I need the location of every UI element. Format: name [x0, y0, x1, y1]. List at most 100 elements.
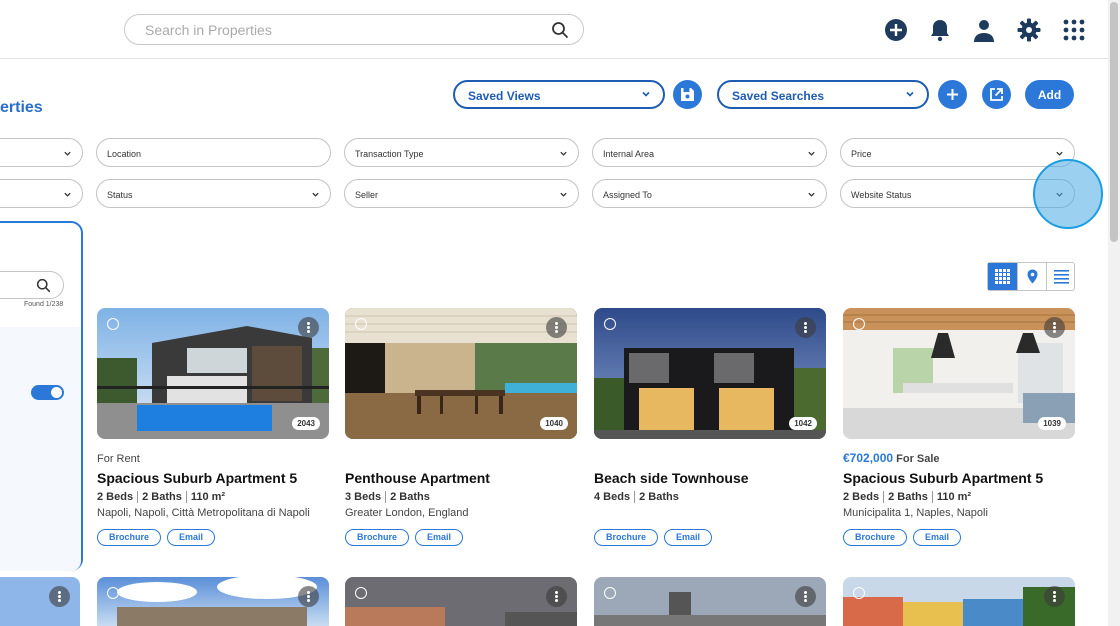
- list-icon: [1054, 270, 1069, 284]
- chevron-down-icon: [808, 192, 815, 197]
- email-button[interactable]: Email: [167, 529, 216, 546]
- grid-icon: [995, 269, 1010, 284]
- listing-image[interactable]: 1039: [843, 308, 1075, 439]
- page-scrollbar[interactable]: [1108, 0, 1120, 626]
- plus-icon: [947, 89, 958, 100]
- listing-card[interactable]: 1040 Penthouse Apartment 3 Beds 2 Baths G…: [345, 308, 577, 546]
- email-button[interactable]: Email: [415, 529, 464, 546]
- listing-specs: 4 Beds 2 Baths: [594, 491, 826, 503]
- more-options-button[interactable]: [49, 586, 70, 607]
- listing-image[interactable]: 1040: [345, 308, 577, 439]
- chevron-down-icon: [808, 151, 815, 156]
- listing-beds: 4 Beds: [594, 491, 631, 503]
- filter-price[interactable]: Price: [840, 138, 1075, 167]
- saved-views-dropdown[interactable]: Saved Views: [453, 80, 665, 109]
- listing-card-partial[interactable]: [843, 577, 1075, 626]
- filter-status-label: Status: [107, 190, 133, 200]
- filter-status[interactable]: Status: [96, 179, 331, 208]
- filter-internal-area[interactable]: Internal Area: [592, 138, 827, 167]
- listing-transaction-type: For Sale: [896, 453, 940, 465]
- more-options-button[interactable]: [546, 317, 567, 338]
- click-highlight: [1033, 159, 1103, 229]
- image-count-badge: 1042: [789, 417, 817, 430]
- image-count-badge: 1039: [1038, 417, 1066, 430]
- brochure-button[interactable]: Brochure: [594, 529, 659, 546]
- add-circle-icon[interactable]: [884, 18, 908, 42]
- saved-searches-dropdown[interactable]: Saved Searches: [717, 80, 929, 109]
- listing-title[interactable]: Penthouse Apartment: [345, 470, 577, 486]
- listing-image[interactable]: 1042: [594, 308, 826, 439]
- filter-assigned-to[interactable]: Assigned To: [592, 179, 827, 208]
- more-options-button[interactable]: [795, 317, 816, 338]
- search-bar: [124, 14, 584, 45]
- select-checkbox[interactable]: [853, 318, 865, 330]
- listing-photo: [843, 587, 1075, 626]
- side-search-input[interactable]: [0, 271, 64, 299]
- chevron-down-icon: [906, 91, 914, 97]
- listing-card[interactable]: 1039 €702,000 For Sale Spacious Suburb A…: [843, 308, 1075, 546]
- select-checkbox[interactable]: [853, 587, 865, 599]
- filter-website-status-label: Website Status: [851, 190, 912, 200]
- search-input[interactable]: [145, 21, 545, 39]
- filter-seller[interactable]: Seller: [344, 179, 579, 208]
- listing-card-partial[interactable]: [594, 577, 826, 626]
- brochure-button[interactable]: Brochure: [345, 529, 410, 546]
- select-checkbox[interactable]: [107, 587, 119, 599]
- listing-card[interactable]: 1042 Beach side Townhouse 4 Beds 2 Baths …: [594, 308, 826, 546]
- select-checkbox[interactable]: [604, 587, 616, 599]
- bell-icon[interactable]: [928, 18, 952, 42]
- listing-area: 110 m²: [931, 491, 976, 503]
- listing-card-partial[interactable]: [345, 577, 577, 626]
- chevron-down-icon: [560, 192, 567, 197]
- search-icon[interactable]: [551, 21, 569, 39]
- listing-title[interactable]: Spacious Suburb Apartment 5: [97, 470, 329, 486]
- save-view-button[interactable]: [673, 80, 702, 109]
- list-view-button[interactable]: [1046, 263, 1075, 290]
- grid-view-button[interactable]: [988, 263, 1017, 290]
- filter-internal-area-label: Internal Area: [603, 149, 655, 159]
- image-count-badge: 1040: [540, 417, 568, 430]
- select-checkbox[interactable]: [355, 587, 367, 599]
- gear-icon[interactable]: [1017, 18, 1041, 42]
- apps-grid-icon[interactable]: [1062, 18, 1086, 42]
- select-checkbox[interactable]: [355, 318, 367, 330]
- brochure-button[interactable]: Brochure: [97, 529, 162, 546]
- filter-assigned-to-label: Assigned To: [603, 190, 652, 200]
- add-search-button[interactable]: [938, 80, 967, 109]
- email-button[interactable]: Email: [664, 529, 713, 546]
- search-icon[interactable]: [36, 278, 51, 293]
- select-checkbox[interactable]: [107, 318, 119, 330]
- image-count-badge: 2043: [292, 417, 320, 430]
- more-options-button[interactable]: [1044, 317, 1065, 338]
- listing-card[interactable]: 2043 For Rent Spacious Suburb Apartment …: [97, 308, 329, 546]
- scrollbar-thumb[interactable]: [1110, 2, 1118, 242]
- share-button[interactable]: [982, 80, 1011, 109]
- add-button[interactable]: Add: [1025, 80, 1074, 109]
- more-options-button[interactable]: [795, 586, 816, 607]
- listing-card-partial[interactable]: [97, 577, 329, 626]
- saved-views-label: Saved Views: [468, 89, 541, 103]
- listing-image[interactable]: 2043: [97, 308, 329, 439]
- listing-title[interactable]: Beach side Townhouse: [594, 470, 826, 486]
- listing-card-partial[interactable]: [0, 577, 80, 626]
- brochure-button[interactable]: Brochure: [843, 529, 908, 546]
- filter-dropdown-hidden-2[interactable]: [0, 179, 83, 208]
- listing-location: [594, 507, 826, 521]
- more-options-button[interactable]: [546, 586, 567, 607]
- chevron-down-icon: [642, 91, 650, 97]
- listing-baths: 2 Baths: [634, 491, 683, 503]
- more-options-button[interactable]: [1044, 586, 1065, 607]
- user-icon[interactable]: [972, 18, 996, 42]
- listing-title[interactable]: Spacious Suburb Apartment 5: [843, 470, 1075, 486]
- side-toggle[interactable]: [31, 385, 64, 400]
- more-options-button[interactable]: [298, 586, 319, 607]
- email-button[interactable]: Email: [913, 529, 962, 546]
- map-view-button[interactable]: [1017, 263, 1046, 290]
- select-checkbox[interactable]: [604, 318, 616, 330]
- map-pin-icon: [1027, 269, 1038, 284]
- filter-location[interactable]: Location: [96, 138, 331, 167]
- filter-transaction-type[interactable]: Transaction Type: [344, 138, 579, 167]
- more-options-button[interactable]: [298, 317, 319, 338]
- listing-specs: 2 Beds 2 Baths 110 m²: [97, 491, 329, 503]
- filter-dropdown-hidden-1[interactable]: [0, 138, 83, 167]
